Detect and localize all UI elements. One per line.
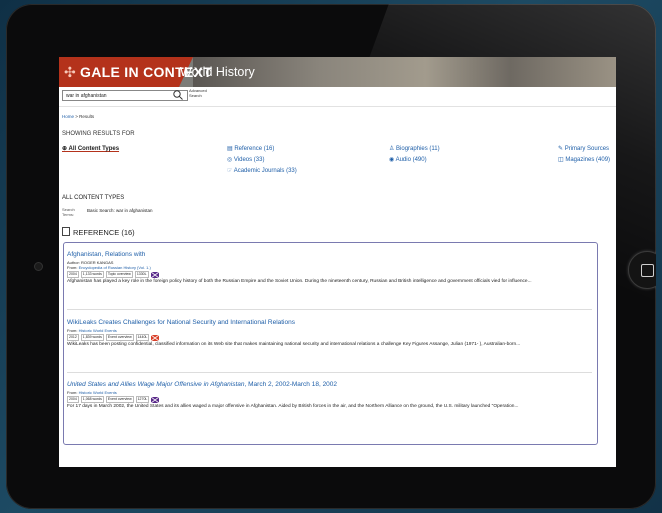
result-snippet: For 17 days in March 2002, the United St…: [67, 404, 519, 409]
result-snippet: WikiLeaks has been posting confidential,…: [67, 342, 521, 347]
search-icon[interactable]: [172, 89, 184, 101]
browser-screen: ✣ GALE IN CONTEXT World History war in a…: [59, 57, 616, 467]
filter-biographies[interactable]: ♙ Biographies (11): [389, 145, 440, 152]
filter-all-content-types[interactable]: ⊕ All Content Types: [62, 145, 119, 152]
reference-section-heading: REFERENCE (16): [62, 227, 135, 237]
advanced-search-link[interactable]: Advanced Search: [189, 88, 209, 98]
filter-videos[interactable]: ◎ Videos (33): [227, 156, 264, 163]
content-types-heading: ALL CONTENT TYPES: [62, 195, 125, 201]
home-button[interactable]: [628, 251, 656, 289]
result-item: WikiLeaks Creates Challenges for Nationa…: [67, 319, 592, 348]
camera-icon: [34, 262, 43, 271]
result-source[interactable]: Historic World Events: [79, 390, 117, 395]
flag-icon: [150, 271, 159, 278]
breadcrumb-current: Results: [79, 114, 95, 119]
result-snippet: Afghanistan has played a key role in the…: [67, 279, 532, 284]
result-divider: [67, 309, 592, 310]
result-title[interactable]: United States and Allies Wage Major Offe…: [67, 381, 592, 388]
result-title[interactable]: Afghanistan, Relations with: [67, 251, 592, 258]
result-item: United States and Allies Wage Major Offe…: [67, 381, 592, 410]
showing-results-label: SHOWING RESULTS FOR: [62, 131, 135, 137]
result-divider: [67, 372, 592, 373]
reference-icon: [62, 227, 70, 236]
search-terms-value: Basic Search: war in afghanistan: [87, 208, 153, 213]
filter-audio[interactable]: ◉ Audio (490): [389, 156, 427, 163]
filter-academic-journals[interactable]: ☞ Academic Journals (33): [227, 167, 297, 174]
search-terms-label: Search Terms:: [62, 207, 75, 217]
filter-primary-sources[interactable]: ✎ Primary Sources: [558, 145, 609, 152]
search-input[interactable]: war in afghanistan: [62, 90, 188, 101]
result-source[interactable]: Historic World Events: [79, 328, 117, 333]
flag-icon: [151, 396, 160, 403]
breadcrumb: Home > Results: [62, 114, 95, 119]
product-title[interactable]: World History: [180, 65, 255, 79]
banner-artwork: [193, 57, 616, 87]
filter-magazines[interactable]: ◫ Magazines (409): [558, 156, 610, 163]
flag-icon: [151, 334, 160, 341]
divider: [59, 106, 616, 107]
site-banner: ✣ GALE IN CONTEXT World History: [59, 57, 616, 87]
result-source[interactable]: Encyclopedia of Russian History (Vol. 1.…: [79, 265, 151, 270]
gale-logo-icon: ✣: [64, 64, 76, 80]
result-title[interactable]: WikiLeaks Creates Challenges for Nationa…: [67, 319, 592, 326]
breadcrumb-home[interactable]: Home: [62, 114, 74, 119]
filter-reference[interactable]: ▤ Reference (16): [227, 145, 274, 152]
home-square-icon: [641, 264, 654, 277]
result-item: Afghanistan, Relations with Author: ROGE…: [67, 251, 592, 285]
